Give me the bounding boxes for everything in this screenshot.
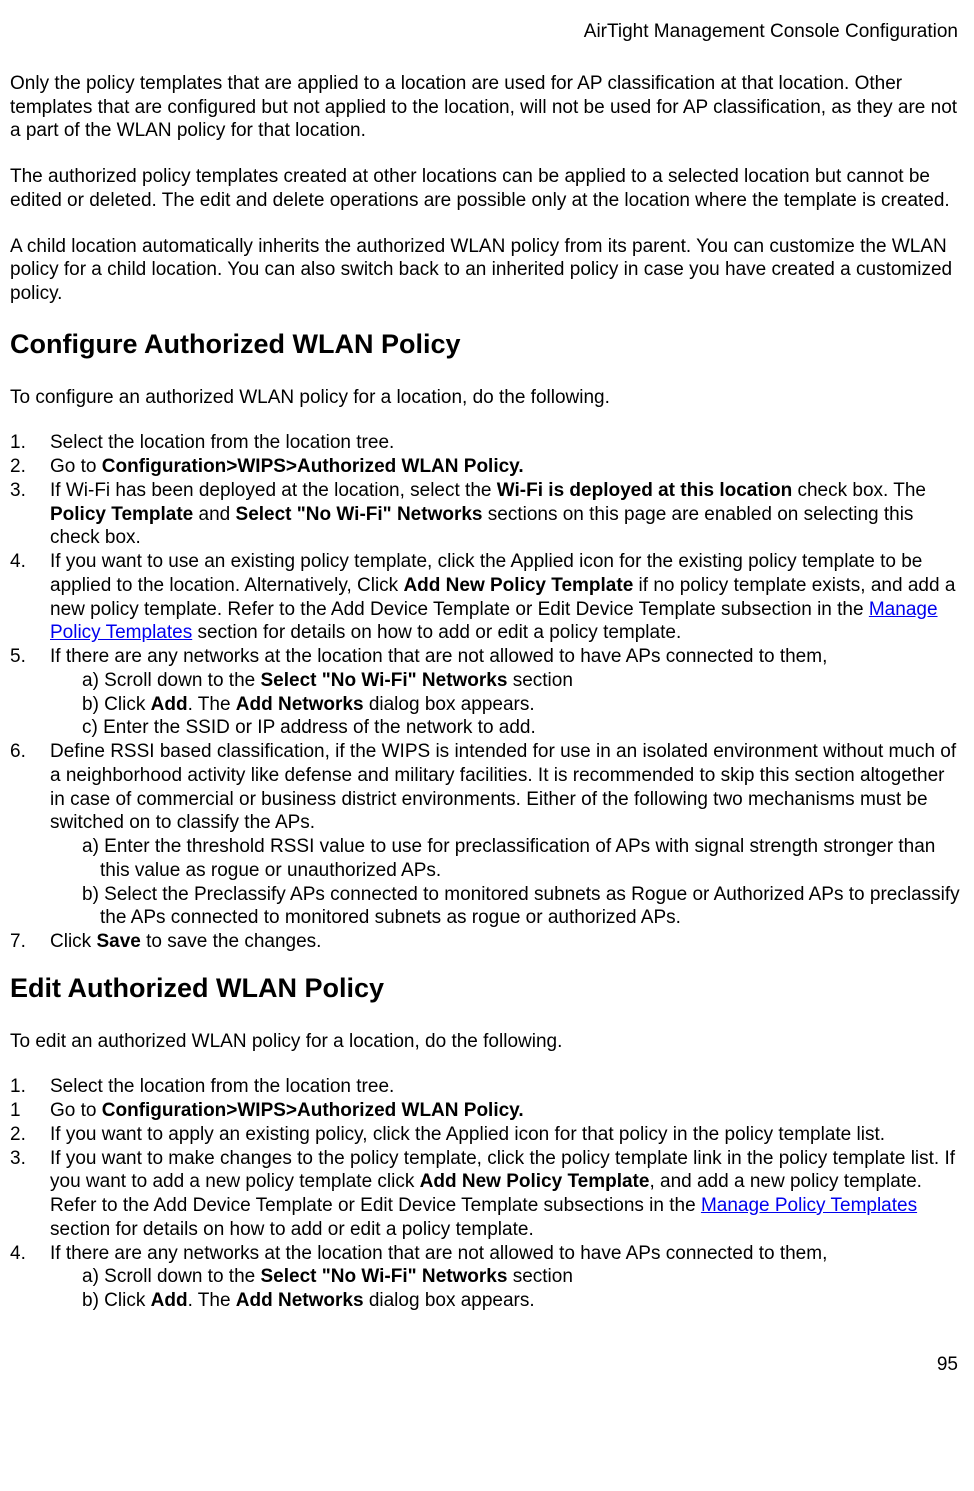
step-number: 1	[10, 1099, 21, 1123]
section-intro-configure: To configure an authorized WLAN policy f…	[10, 386, 964, 410]
intro-paragraph-3: A child location automatically inherits …	[10, 235, 964, 306]
dialog-name: Add Networks	[236, 694, 364, 715]
substep-text: section	[507, 1266, 572, 1287]
step-text: Define RSSI based classification, if the…	[50, 741, 956, 833]
substep-text: section	[507, 670, 572, 691]
substep-a: a) Enter the threshold RSSI value to use…	[50, 835, 964, 883]
step-number: 3.	[10, 479, 26, 503]
step-number: 3.	[10, 1147, 26, 1171]
step-item: 1. Select the location from the location…	[10, 1075, 964, 1099]
page-number: 95	[10, 1353, 964, 1377]
substep-b: b) Click Add. The Add Networks dialog bo…	[50, 693, 964, 717]
page-header: AirTight Management Console Configuratio…	[10, 20, 964, 44]
step-item: 4. If you want to use an existing policy…	[10, 550, 964, 645]
step-text: and	[193, 504, 235, 525]
substep-b: b) Select the Preclassify APs connected …	[50, 883, 964, 931]
step-text: check box. The	[792, 480, 926, 501]
button-label: Add New Policy Template	[420, 1171, 650, 1192]
substep-c: c) Enter the SSID or IP address of the n…	[50, 716, 964, 740]
button-label: Add	[151, 694, 188, 715]
step-item: 3. If you want to make changes to the po…	[10, 1147, 964, 1242]
intro-paragraph-1: Only the policy templates that are appli…	[10, 72, 964, 143]
step-number: 4.	[10, 550, 26, 574]
substep-text: a) Scroll down to the	[82, 670, 260, 691]
section-heading-configure: Configure Authorized WLAN Policy	[10, 328, 964, 362]
substep-text: . The	[188, 694, 236, 715]
step-text: to save the changes.	[141, 931, 322, 952]
step-text: Select the location from the location tr…	[50, 1076, 394, 1097]
step-text: If there are any networks at the locatio…	[50, 1243, 827, 1264]
step-item: 1 Go to Configuration>WIPS>Authorized WL…	[10, 1099, 964, 1123]
step-number: 5.	[10, 645, 26, 669]
section-name: Select "No Wi-Fi" Networks	[260, 670, 507, 691]
step-text: If Wi-Fi has been deployed at the locati…	[50, 480, 497, 501]
step-text: section for details on how to add or edi…	[192, 622, 681, 643]
checkbox-label: Wi-Fi is deployed at this location	[497, 480, 792, 501]
step-number: 2.	[10, 1123, 26, 1147]
section-name: Select "No Wi-Fi" Networks	[236, 504, 483, 525]
substep-text: a) Scroll down to the	[82, 1266, 260, 1287]
section-heading-edit: Edit Authorized WLAN Policy	[10, 972, 964, 1006]
button-label: Add	[151, 1290, 188, 1311]
configure-steps-list: 1. Select the location from the location…	[10, 431, 964, 954]
button-label: Add New Policy Template	[403, 575, 633, 596]
step-text: Click	[50, 931, 96, 952]
manage-policy-templates-link[interactable]: Manage Policy Templates	[701, 1195, 917, 1216]
step-number: 6.	[10, 740, 26, 764]
substep-text: dialog box appears.	[364, 1290, 535, 1311]
nav-path: Configuration>WIPS>Authorized WLAN Polic…	[102, 1100, 524, 1121]
step-number: 4.	[10, 1242, 26, 1266]
step-item: 2. If you want to apply an existing poli…	[10, 1123, 964, 1147]
step-text: section for details on how to add or edi…	[50, 1219, 534, 1240]
step-number: 1.	[10, 1075, 26, 1099]
step-text: If there are any networks at the locatio…	[50, 646, 827, 667]
step-text: Go to	[50, 456, 102, 477]
substep-b: b) Click Add. The Add Networks dialog bo…	[50, 1289, 964, 1313]
step-item: 3. If Wi-Fi has been deployed at the loc…	[10, 479, 964, 550]
section-name: Policy Template	[50, 504, 193, 525]
substep-text: . The	[188, 1290, 236, 1311]
step-item: 7. Click Save to save the changes.	[10, 930, 964, 954]
step-item: 4. If there are any networks at the loca…	[10, 1242, 964, 1313]
button-label: Save	[96, 931, 140, 952]
section-name: Select "No Wi-Fi" Networks	[260, 1266, 507, 1287]
substep-text: b) Click	[82, 1290, 151, 1311]
step-item: 5. If there are any networks at the loca…	[10, 645, 964, 740]
step-text: Select the location from the location tr…	[50, 432, 394, 453]
edit-steps-list: 1. Select the location from the location…	[10, 1075, 964, 1313]
step-text: Go to	[50, 1100, 102, 1121]
substep-a: a) Scroll down to the Select "No Wi-Fi" …	[50, 1265, 964, 1289]
step-item: 1. Select the location from the location…	[10, 431, 964, 455]
step-number: 1.	[10, 431, 26, 455]
step-number: 2.	[10, 455, 26, 479]
substep-text: b) Click	[82, 694, 151, 715]
dialog-name: Add Networks	[236, 1290, 364, 1311]
section-intro-edit: To edit an authorized WLAN policy for a …	[10, 1030, 964, 1054]
step-text: If you want to apply an existing policy,…	[50, 1124, 885, 1145]
nav-path: Configuration>WIPS>Authorized WLAN Polic…	[102, 456, 524, 477]
step-item: 2. Go to Configuration>WIPS>Authorized W…	[10, 455, 964, 479]
intro-paragraph-2: The authorized policy templates created …	[10, 165, 964, 213]
step-item: 6. Define RSSI based classification, if …	[10, 740, 964, 930]
step-number: 7.	[10, 930, 26, 954]
substep-text: dialog box appears.	[364, 694, 535, 715]
substep-a: a) Scroll down to the Select "No Wi-Fi" …	[50, 669, 964, 693]
